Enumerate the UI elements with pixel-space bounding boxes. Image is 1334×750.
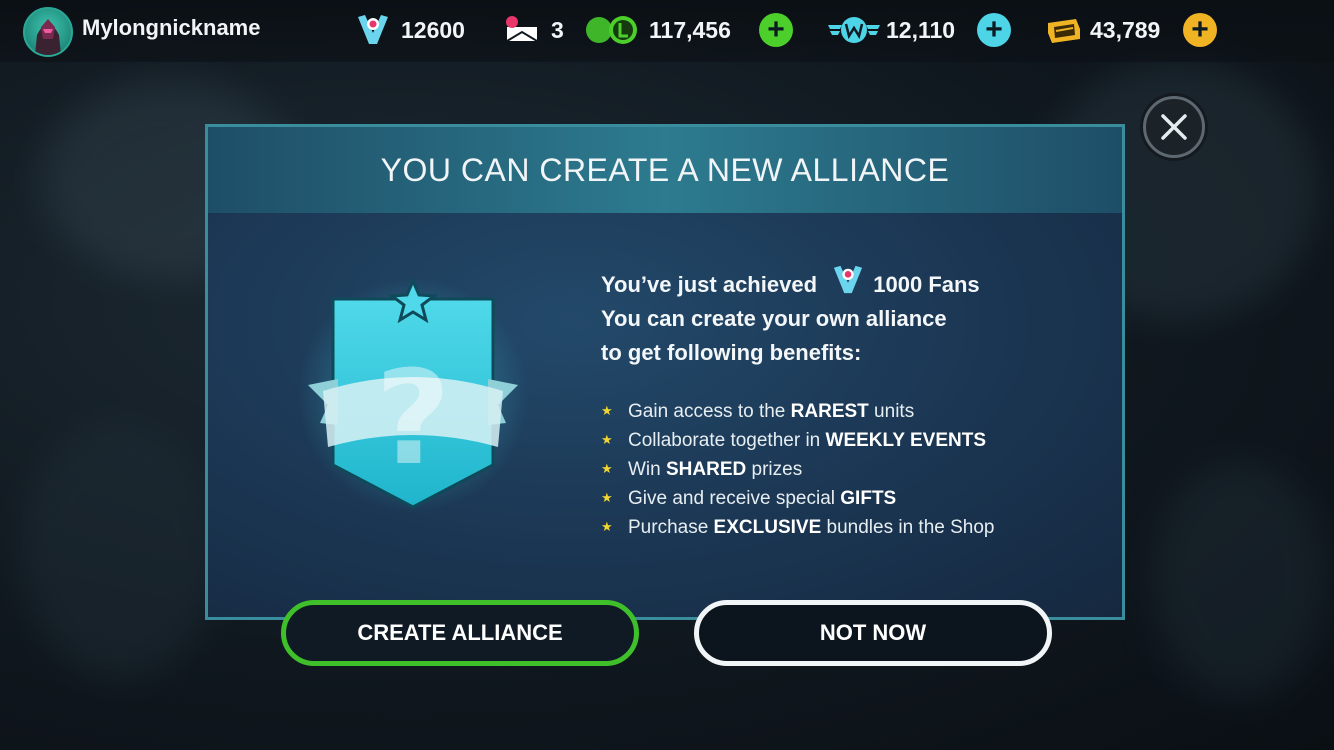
avatar[interactable] xyxy=(23,7,73,57)
fans-counter: 12600 xyxy=(355,0,465,60)
mail-value: 3 xyxy=(551,16,564,43)
alliance-badge-icon: ? xyxy=(298,277,528,513)
benefit-item: ★ Win SHARED prizes xyxy=(601,455,1071,484)
plus-icon: + xyxy=(1183,13,1217,47)
star-icon: ★ xyxy=(601,403,613,418)
fans-value: 12600 xyxy=(401,16,465,43)
benefit-text: Purchase xyxy=(628,517,714,538)
mail-counter[interactable]: 3 xyxy=(505,0,564,60)
benefit-highlight: EXCLUSIVE xyxy=(713,517,822,538)
intro-line-2: You can create your own alliance xyxy=(601,306,947,331)
background-blur xyxy=(20,420,220,680)
fans-icon xyxy=(834,265,863,294)
coins-counter: 117,456 xyxy=(585,0,731,60)
star-icon: ★ xyxy=(601,461,613,476)
benefit-item: ★ Gain access to the RAREST units xyxy=(601,397,1071,426)
gold-counter: 43,789 xyxy=(1046,0,1160,60)
intro-line-1: You’ve just achieved 1000 Fans xyxy=(601,264,1071,302)
avatar-portrait-icon xyxy=(35,19,61,55)
not-now-button[interactable]: NOT NOW xyxy=(694,600,1052,666)
wings-counter: 12,110 xyxy=(828,0,955,60)
benefit-text: Gain access to the xyxy=(628,401,791,422)
dialog-title: YOU CAN CREATE A NEW ALLIANCE xyxy=(380,151,950,188)
dialog-intro: You’ve just achieved 1000 Fans You can c… xyxy=(601,264,1071,370)
benefit-text: Win xyxy=(628,459,666,480)
close-button[interactable] xyxy=(1143,96,1205,158)
dialog-header: YOU CAN CREATE A NEW ALLIANCE xyxy=(208,127,1122,213)
add-wings-button[interactable]: + xyxy=(977,0,1011,60)
benefit-text: Give and receive special xyxy=(628,488,841,509)
benefit-text: bundles in the Shop xyxy=(821,517,995,538)
background-blur xyxy=(1150,460,1330,700)
add-coins-button[interactable]: + xyxy=(759,0,793,60)
intro-fans-amount: 1000 Fans xyxy=(873,272,980,297)
player-nickname: Mylongnickname xyxy=(82,15,261,40)
fans-icon xyxy=(358,15,388,44)
plus-icon: + xyxy=(759,13,793,47)
close-icon xyxy=(1161,114,1187,140)
benefit-highlight: SHARED xyxy=(666,459,747,480)
benefits-list: ★ Gain access to the RAREST units ★ Collab… xyxy=(601,397,1071,542)
intro-line-3: to get following benefits: xyxy=(601,340,862,365)
benefit-text: Collaborate together in xyxy=(628,430,826,451)
gold-value: 43,789 xyxy=(1090,16,1161,43)
create-alliance-button[interactable]: CREATE ALLIANCE xyxy=(281,600,639,666)
mail-icon xyxy=(506,16,538,42)
wings-value: 12,110 xyxy=(886,16,956,43)
coins-icon xyxy=(586,16,637,44)
gold-icon xyxy=(1048,19,1080,43)
not-now-label: NOT NOW xyxy=(819,620,927,645)
benefit-item: ★ Purchase EXCLUSIVE bundles in the Shop xyxy=(601,513,1071,542)
star-icon: ★ xyxy=(601,519,613,534)
star-icon: ★ xyxy=(601,490,613,505)
top-bar: Mylongnickname 12600 3 117,456 + 12,110 … xyxy=(0,0,1334,62)
wings-icon xyxy=(828,17,880,43)
intro-text: You’ve just achieved xyxy=(601,272,818,297)
create-alliance-dialog: YOU CAN CREATE A NEW ALLIANCE ? You’ve j… xyxy=(205,124,1125,620)
benefit-item: ★ Collaborate together in WEEKLY EVENTS xyxy=(601,426,1071,455)
benefit-highlight: RAREST xyxy=(790,401,869,422)
benefit-text: prizes xyxy=(746,459,803,480)
benefit-highlight: WEEKLY EVENTS xyxy=(825,430,987,451)
benefit-item: ★ Give and receive special GIFTS xyxy=(601,484,1071,513)
benefit-highlight: GIFTS xyxy=(840,488,897,509)
create-alliance-label: CREATE ALLIANCE xyxy=(357,620,563,645)
star-icon: ★ xyxy=(601,432,613,447)
coins-value: 117,456 xyxy=(649,16,731,43)
plus-icon: + xyxy=(977,13,1011,47)
benefit-text: units xyxy=(868,401,915,422)
svg-text:?: ? xyxy=(375,342,450,494)
add-gold-button[interactable]: + xyxy=(1183,0,1217,60)
